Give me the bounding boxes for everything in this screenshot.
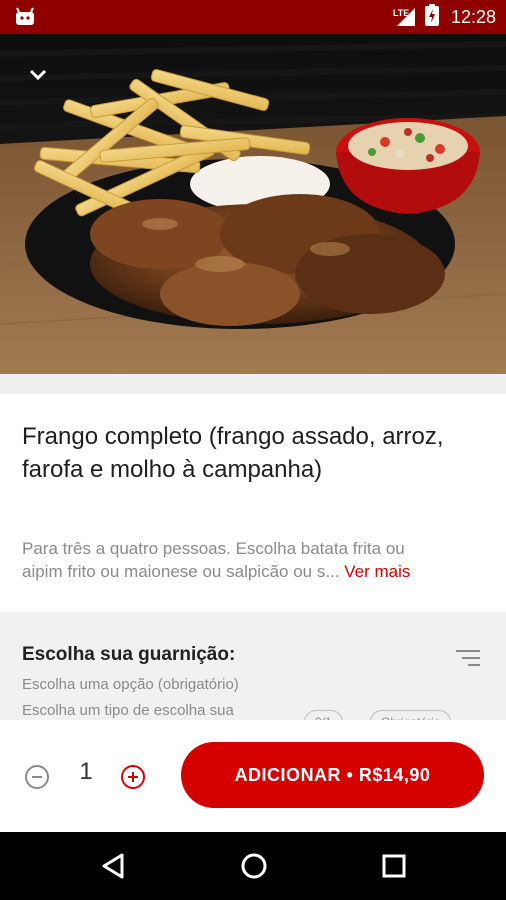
product-photo [0,34,506,374]
required-badge: Obrigatório [370,710,452,720]
recents-square-icon [382,854,406,878]
section-subtitle: Escolha uma opção (obrigatório) [22,676,239,693]
nav-recents-button[interactable] [378,850,410,882]
garnish-section: Escolha sua guarnição: Escolha uma opção… [0,612,506,720]
product-title: Frango completo (frango assado, arroz, f… [22,423,444,483]
collapse-back-button[interactable] [22,62,54,88]
description-line-2: aipim frito ou maionese ou salpicão ou s… [22,560,488,583]
clock: 12:28 [450,6,496,27]
network-type: LTE [392,8,410,18]
android-notification-icon [14,7,36,32]
description-text: aipim frito ou maionese ou salpicão ou s… [22,562,340,581]
chevron-down-icon [29,69,47,81]
product-description: Para três a quatro pessoas. Escolha bata… [22,537,488,583]
system-navigation-bar [0,832,506,900]
battery-icon [424,3,439,31]
section-title: Escolha sua guarnição: [22,644,236,665]
plus-circle-icon [121,765,145,789]
add-to-cart-button[interactable]: ADICIONAR • R$14,90 [181,742,484,808]
divider [0,374,506,394]
see-more-link[interactable]: Ver mais [344,562,410,581]
nav-back-button[interactable] [98,850,130,882]
minus-circle-icon [25,765,49,789]
decrease-quantity-button[interactable] [24,764,50,790]
status-bar: LTE 12:28 [0,0,506,34]
back-triangle-icon [102,853,124,879]
home-circle-icon [241,853,267,879]
description-line-1: Para três a quatro pessoas. Escolha bata… [22,539,405,558]
section-subtitle-2: Escolha um tipo de escolha sua [22,702,234,719]
increase-quantity-button[interactable] [120,764,146,790]
signal-icon: LTE [393,6,417,28]
filter-list-icon[interactable] [454,648,482,673]
nav-home-button[interactable] [238,850,270,882]
quantity-value: 1 [79,758,93,785]
selection-count-badge: 0/1 [304,710,343,720]
